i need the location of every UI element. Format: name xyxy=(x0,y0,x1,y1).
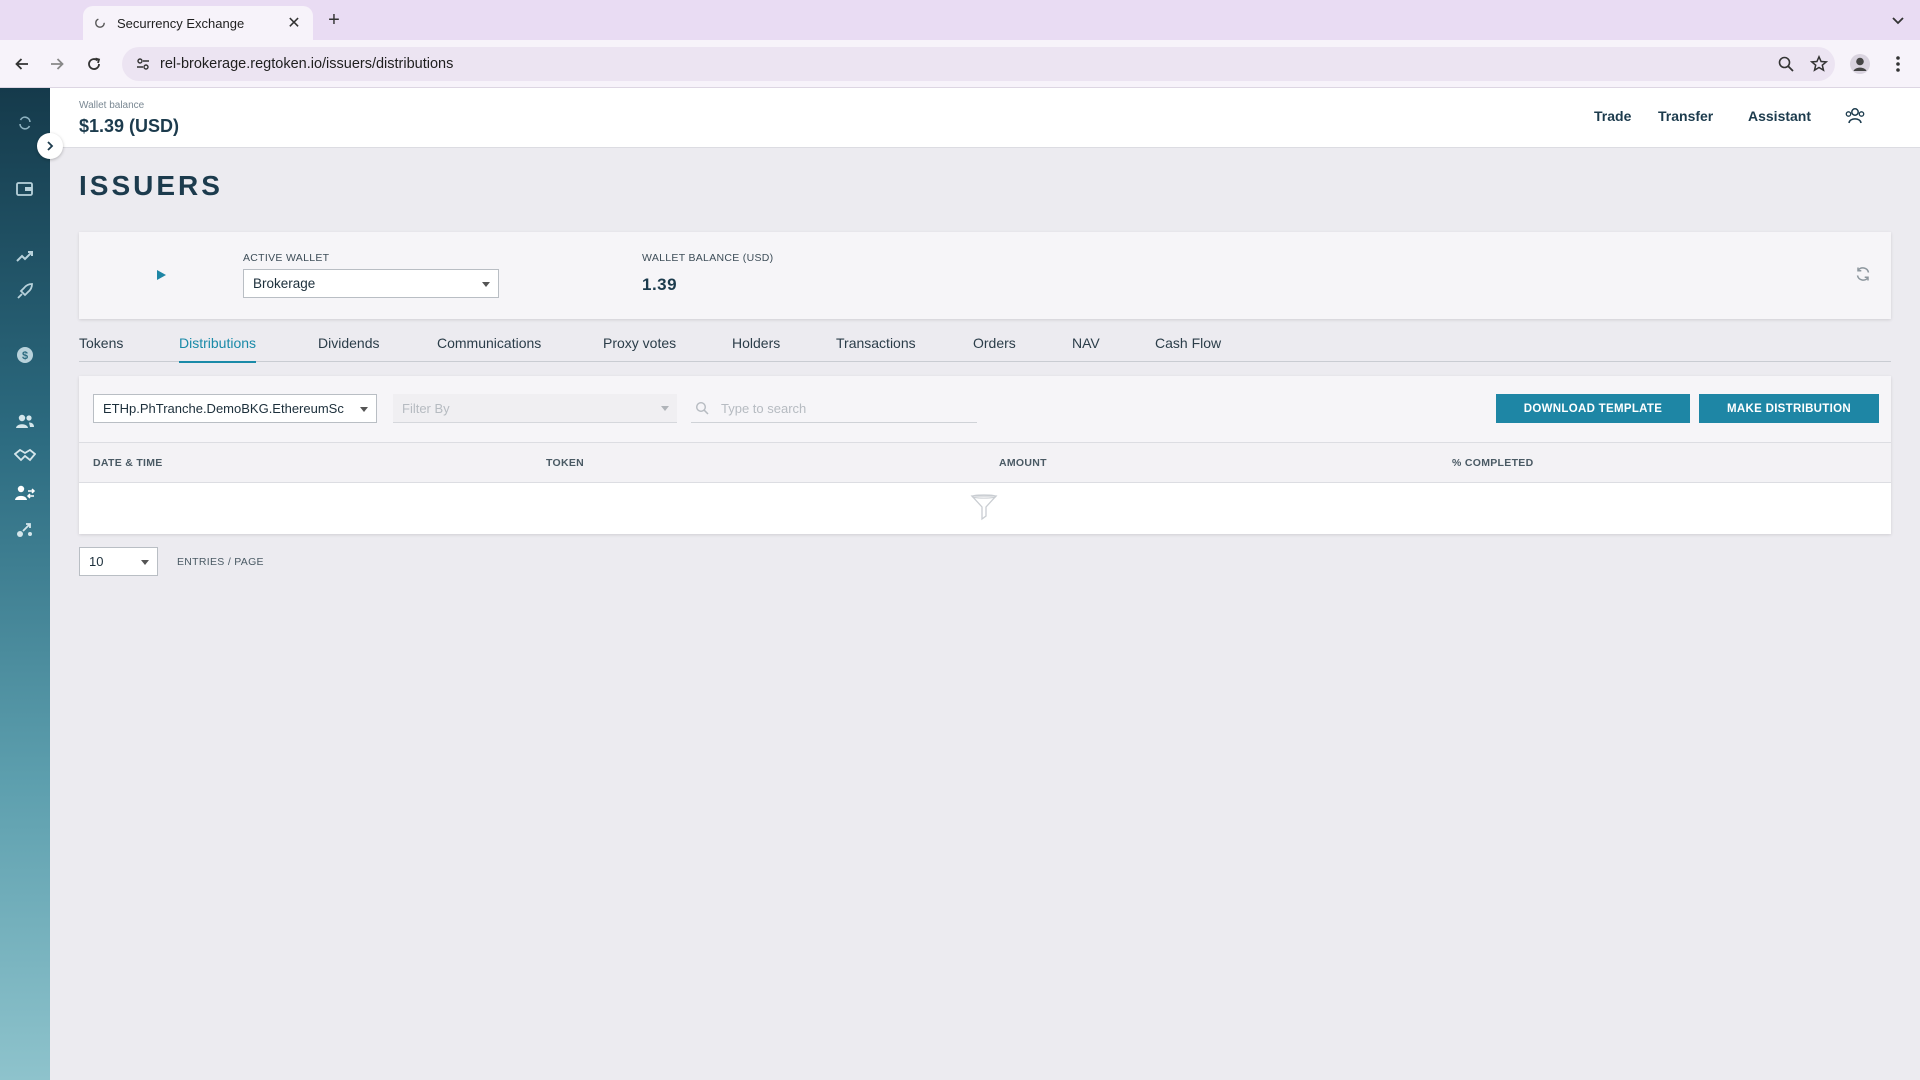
play-icon[interactable] xyxy=(154,268,168,282)
wallet-balance-usd-value: 1.39 xyxy=(642,275,678,294)
app-sidebar: $ xyxy=(0,88,50,1080)
tab-communications[interactable]: Communications xyxy=(437,335,541,362)
trending-up-icon[interactable] xyxy=(14,245,36,267)
handshake-icon[interactable] xyxy=(14,445,36,467)
download-template-button[interactable]: DOWNLOAD TEMPLATE xyxy=(1496,394,1690,423)
browser-tabstrip: Securrency Exchange ✕ + xyxy=(0,0,1920,40)
browser-toolbar: rel-brokerage.regtoken.io/issuers/distri… xyxy=(0,40,1920,88)
filter-by-placeholder: Filter By xyxy=(402,400,450,416)
search-icon xyxy=(695,401,709,415)
tab-holders[interactable]: Holders xyxy=(732,335,780,362)
zoom-icon[interactable] xyxy=(1777,55,1795,73)
column-header-date-time[interactable]: DATE & TIME xyxy=(93,457,163,469)
column-header-percent-completed[interactable]: % COMPLETED xyxy=(1452,457,1533,469)
distribution-icon[interactable] xyxy=(14,518,36,540)
bookmark-star-icon[interactable] xyxy=(1809,54,1829,73)
rocket-icon[interactable] xyxy=(14,280,36,302)
entries-per-page-value: 10 xyxy=(89,554,104,569)
nav-link-transfer[interactable]: Transfer xyxy=(1658,108,1713,124)
filter-by-select[interactable]: Filter By xyxy=(393,394,677,423)
entries-per-page-select[interactable]: 10 xyxy=(79,547,158,576)
users-icon[interactable] xyxy=(14,410,36,432)
token-select-value: ETHp.PhTranche.DemoBKG.EthereumSc xyxy=(103,401,344,416)
tab-orders[interactable]: Orders xyxy=(973,335,1016,362)
token-select[interactable]: ETHp.PhTranche.DemoBKG.EthereumSc xyxy=(93,394,377,423)
tab-proxy-votes[interactable]: Proxy votes xyxy=(603,335,676,362)
loading-favicon-icon xyxy=(93,16,107,30)
back-icon[interactable] xyxy=(10,52,34,76)
search-input[interactable] xyxy=(721,400,961,416)
page-title: ISSUERS xyxy=(79,170,223,201)
table-empty-body xyxy=(79,483,1891,534)
address-bar[interactable]: rel-brokerage.regtoken.io/issuers/distri… xyxy=(122,47,1835,81)
wallet-icon[interactable] xyxy=(14,178,36,200)
dollar-icon[interactable]: $ xyxy=(14,344,36,366)
more-menu-icon[interactable] xyxy=(1888,53,1908,75)
wallet-balance-label: Wallet balance xyxy=(79,100,145,111)
distributions-panel: ETHp.PhTranche.DemoBKG.EthereumSc Filter… xyxy=(79,376,1891,534)
sync-icon[interactable] xyxy=(14,112,36,134)
active-wallet-label: ACTIVE WALLET xyxy=(243,252,330,264)
wallet-balance-usd-label: WALLET BALANCE (USD) xyxy=(642,252,774,264)
active-wallet-value: Brokerage xyxy=(253,276,316,291)
browser-tab[interactable]: Securrency Exchange ✕ xyxy=(83,6,313,40)
nav-link-assistant[interactable]: Assistant xyxy=(1748,108,1811,124)
column-header-token[interactable]: TOKEN xyxy=(546,457,584,469)
svg-text:$: $ xyxy=(22,350,28,362)
make-distribution-button[interactable]: MAKE DISTRIBUTION xyxy=(1699,394,1879,423)
forward-icon[interactable] xyxy=(45,52,69,76)
tab-cash-flow[interactable]: Cash Flow xyxy=(1155,335,1221,362)
empty-funnel-icon xyxy=(969,492,999,522)
sidebar-expand-chevron-icon[interactable] xyxy=(37,133,63,159)
user-group-icon[interactable] xyxy=(1844,105,1866,127)
tab-dividends[interactable]: Dividends xyxy=(318,335,379,362)
entries-per-page-label: ENTRIES / PAGE xyxy=(177,556,264,568)
user-transfer-icon[interactable] xyxy=(14,482,36,504)
active-wallet-select[interactable]: Brokerage xyxy=(243,269,499,298)
tab-distributions[interactable]: Distributions xyxy=(179,335,257,363)
new-tab-icon[interactable]: + xyxy=(322,8,346,32)
url-text: rel-brokerage.regtoken.io/issuers/distri… xyxy=(160,56,454,72)
app-header: Wallet balance $1.39 (USD) Trade Transfe… xyxy=(50,88,1920,148)
profile-avatar-icon[interactable] xyxy=(1849,53,1871,75)
refresh-icon[interactable] xyxy=(1854,265,1872,283)
tab-tokens[interactable]: Tokens xyxy=(79,335,123,362)
nav-link-trade[interactable]: Trade xyxy=(1594,108,1631,124)
tab-transactions[interactable]: Transactions xyxy=(836,335,916,362)
reload-icon[interactable] xyxy=(82,52,106,76)
chevron-down-icon[interactable] xyxy=(1888,10,1908,30)
table-header: DATE & TIME TOKEN AMOUNT % COMPLETED xyxy=(79,442,1891,483)
caret-down-icon xyxy=(360,407,368,412)
issuer-tabs: Tokens Distributions Dividends Communica… xyxy=(79,335,1891,363)
close-tab-icon[interactable]: ✕ xyxy=(285,13,303,33)
caret-down-icon xyxy=(482,282,490,287)
column-header-amount[interactable]: AMOUNT xyxy=(999,457,1047,469)
search-box xyxy=(691,394,977,423)
wallet-balance-value: $1.39 (USD) xyxy=(79,116,180,136)
caret-down-icon xyxy=(141,560,149,565)
caret-down-icon xyxy=(661,406,669,411)
site-info-icon[interactable] xyxy=(132,53,154,75)
tab-nav[interactable]: NAV xyxy=(1072,335,1100,362)
active-wallet-card: ACTIVE WALLET Brokerage WALLET BALANCE (… xyxy=(79,232,1891,319)
browser-tab-title: Securrency Exchange xyxy=(117,15,245,31)
